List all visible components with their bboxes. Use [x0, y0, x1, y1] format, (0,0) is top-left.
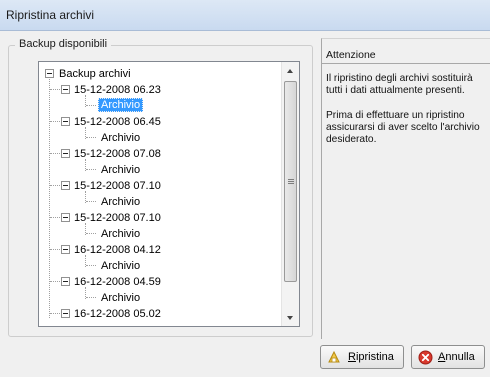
- arrow-up-icon: [287, 69, 293, 73]
- groupbox-label: Backup disponibili: [15, 38, 112, 50]
- tree-connector: [86, 169, 96, 170]
- collapse-icon[interactable]: [61, 181, 70, 190]
- tree-leaf-selected-label: Archivio: [98, 98, 144, 112]
- arrow-down-icon: [287, 316, 293, 320]
- tree-connector: [86, 137, 96, 138]
- attention-paragraph-1: Il ripristino degli archivi sostituirà t…: [326, 73, 473, 96]
- tree-item-backup[interactable]: 15-12-2008 07.10: [74, 178, 161, 194]
- tree-leaf-archive[interactable]: Archivio: [101, 162, 140, 178]
- tree-connector: [86, 105, 96, 106]
- collapse-icon[interactable]: [61, 277, 70, 286]
- restore-label: Ripristina: [348, 351, 394, 363]
- window-title: Ripristina archivi: [6, 8, 95, 22]
- collapse-icon[interactable]: [61, 85, 70, 94]
- collapse-icon[interactable]: [61, 213, 70, 222]
- attention-panel: Attenzione Il ripristino degli archivi s…: [321, 38, 490, 339]
- tree-scrollbar[interactable]: [281, 62, 299, 326]
- scroll-up-button[interactable]: [282, 62, 299, 79]
- tree-item-backup[interactable]: 16-12-2008 04.59: [74, 274, 161, 290]
- tree-leaf-archive[interactable]: Archivio: [101, 258, 140, 274]
- tree-item-backup[interactable]: 16-12-2008 05.02: [74, 306, 161, 322]
- tree-leaf-archive[interactable]: Archivio: [101, 194, 140, 210]
- tree-connector: [86, 265, 96, 266]
- tree-item-backup[interactable]: 15-12-2008 07.10: [74, 210, 161, 226]
- attention-separator: [322, 63, 490, 64]
- tree-connector: [86, 201, 96, 202]
- scroll-thumb[interactable]: [284, 81, 297, 282]
- cancel-label-rest: nnulla: [445, 351, 475, 363]
- tree-leaf-archive[interactable]: Archivio: [101, 130, 140, 146]
- tree-content: Backup archivi 15-12-2008 06.23 Archivio…: [39, 62, 279, 326]
- collapse-icon[interactable]: [61, 149, 70, 158]
- title-bar: Ripristina archivi: [0, 0, 490, 31]
- restore-icon: [328, 350, 340, 363]
- scroll-down-button[interactable]: [282, 309, 299, 326]
- tree-leaf-archive[interactable]: Archivio: [101, 290, 140, 306]
- grip-line: [288, 179, 294, 180]
- tree-connector: [86, 233, 96, 234]
- attention-heading: Attenzione: [326, 49, 376, 61]
- cancel-label: Annulla: [438, 351, 475, 363]
- tree-item-backup[interactable]: 15-12-2008 06.45: [74, 114, 161, 130]
- tree-item-backup[interactable]: 15-12-2008 06.23: [74, 82, 161, 98]
- tree-item-backup[interactable]: 16-12-2008 04.12: [74, 242, 161, 258]
- restore-button[interactable]: Ripristina: [320, 345, 404, 369]
- grip-line: [288, 181, 294, 182]
- tree-root[interactable]: Backup archivi: [59, 66, 131, 82]
- grip-line: [288, 183, 294, 184]
- collapse-icon[interactable]: [61, 245, 70, 254]
- restore-label-accesskey: R: [348, 351, 356, 363]
- tree-leaf-archive[interactable]: Archivio: [101, 226, 140, 242]
- restore-label-rest: ipristina: [355, 351, 394, 363]
- backup-tree[interactable]: Backup archivi 15-12-2008 06.23 Archivio…: [38, 61, 300, 327]
- cancel-button[interactable]: Annulla: [411, 345, 485, 369]
- tree-connector: [86, 297, 96, 298]
- tree-item-backup[interactable]: 15-12-2008 07.08: [74, 146, 161, 162]
- root-collapse-icon[interactable]: [45, 69, 54, 78]
- attention-paragraph-2: Prima di effettuare un ripristino assicu…: [326, 110, 480, 145]
- cancel-icon: [418, 350, 433, 365]
- tree-leaf-archive-selected[interactable]: Archivio: [98, 97, 144, 113]
- collapse-icon[interactable]: [61, 309, 70, 318]
- collapse-icon[interactable]: [61, 117, 70, 126]
